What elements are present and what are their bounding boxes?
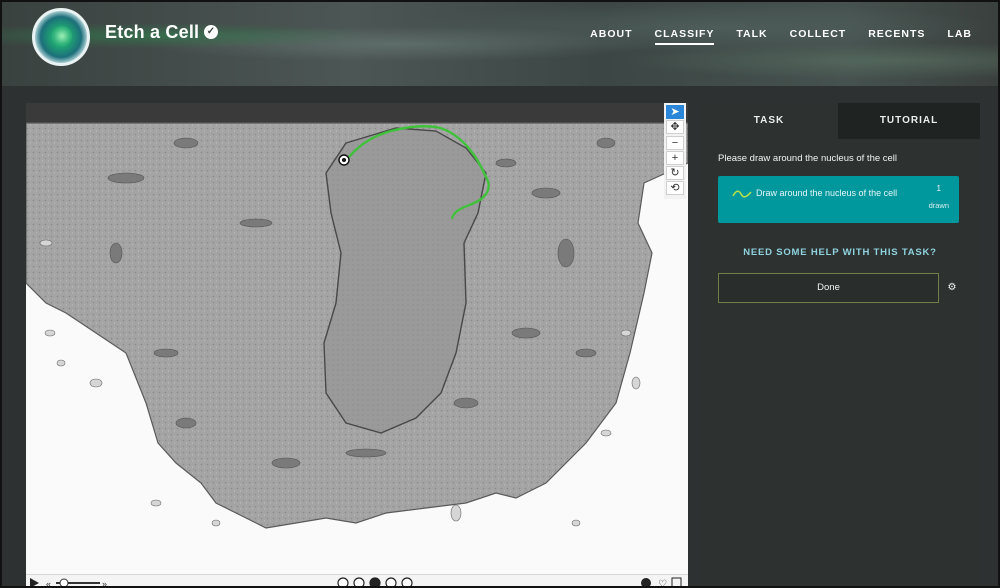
pan-icon[interactable]: ✥ — [666, 120, 684, 134]
verified-badge-icon: ✓ — [204, 25, 218, 39]
collections-icon[interactable] — [671, 577, 682, 588]
cursor-icon[interactable]: ➤ — [666, 105, 684, 119]
project-nav: ABOUT CLASSIFY TALK COLLECT RECENTS LAB — [568, 28, 972, 45]
nav-collect[interactable]: COLLECT — [790, 28, 847, 45]
help-link[interactable]: NEED SOME HELP WITH THIS TASK? — [700, 247, 980, 258]
tool-count: 1 — [936, 184, 941, 193]
cell-logo-icon — [52, 26, 72, 46]
project-title[interactable]: Etch a Cell — [105, 22, 199, 43]
nav-talk[interactable]: TALK — [736, 28, 767, 45]
reset-icon[interactable]: ⟲ — [666, 181, 684, 195]
task-tabs: TASK TUTORIAL — [700, 103, 980, 139]
info-icon[interactable] — [641, 578, 651, 588]
frame-dot-1[interactable] — [337, 577, 349, 588]
zoom-out-icon[interactable]: − — [666, 136, 684, 150]
done-button[interactable]: Done — [718, 273, 939, 303]
frame-dot-5[interactable] — [401, 577, 413, 588]
viewer-toolbar: ➤ ✥ − + ↻ ⟲ — [664, 103, 686, 199]
frame-controls-graphic: « » ♡ — [30, 577, 682, 588]
nav-lab[interactable]: LAB — [947, 28, 972, 45]
rotate-icon[interactable]: ↻ — [666, 166, 684, 180]
subject-viewer[interactable] — [26, 103, 688, 588]
frame-dot-2[interactable] — [353, 577, 365, 588]
nav-classify[interactable]: CLASSIFY — [654, 28, 715, 45]
frame-dot-4[interactable] — [385, 577, 397, 588]
cell-micrograph[interactable] — [26, 103, 688, 588]
nav-about[interactable]: ABOUT — [590, 28, 632, 45]
task-panel: TASK TUTORIAL Please draw around the nuc… — [700, 103, 980, 586]
tab-tutorial[interactable]: TUTORIAL — [838, 103, 980, 139]
speed-slider-handle[interactable] — [59, 578, 69, 587]
frame-dot-3[interactable] — [369, 577, 381, 588]
project-logo[interactable] — [32, 8, 90, 66]
play-icon[interactable] — [30, 578, 39, 588]
draw-nucleus-tool-button[interactable]: Draw around the nucleus of the cell 1 dr… — [718, 176, 959, 223]
fast-forward-icon[interactable]: » — [102, 579, 107, 588]
tool-label: Draw around the nucleus of the cell — [756, 188, 898, 198]
frame-controls: « » ♡ — [26, 574, 688, 588]
favorite-icon[interactable]: ♡ — [658, 579, 667, 588]
squiggle-icon — [732, 190, 752, 198]
task-instruction: Please draw around the nucleus of the ce… — [718, 153, 898, 164]
project-header: Etch a Cell ✓ ABOUT CLASSIFY TALK COLLEC… — [2, 2, 998, 86]
nav-recents[interactable]: RECENTS — [868, 28, 925, 45]
app-frame: Etch a Cell ✓ ABOUT CLASSIFY TALK COLLEC… — [0, 0, 1000, 588]
tab-task[interactable]: TASK — [700, 103, 838, 139]
start-point-dot — [342, 158, 346, 162]
tool-status: drawn — [928, 201, 949, 210]
zoom-in-icon[interactable]: + — [666, 151, 684, 165]
gear-icon[interactable]: ⚙ — [946, 282, 958, 294]
rewind-icon[interactable]: « — [46, 579, 51, 588]
